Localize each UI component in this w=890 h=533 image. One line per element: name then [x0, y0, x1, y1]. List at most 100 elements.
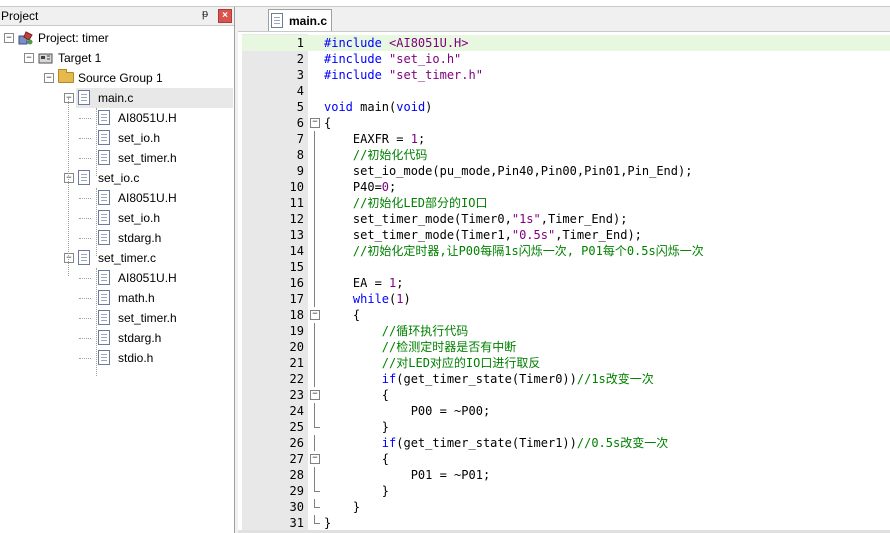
code-line[interactable]: 26 if(get_timer_state(Timer1))//0.5s改变一次 — [242, 435, 890, 451]
tree-item-label: math.h — [118, 291, 155, 305]
code-line[interactable]: 29 } — [242, 483, 890, 499]
file-icon — [78, 250, 90, 265]
code-line[interactable]: 5 void main(void) — [242, 99, 890, 115]
code-text: //初始化代码 — [324, 147, 427, 163]
code-token: EA = — [324, 276, 390, 290]
code-token: P01 = ~P01; — [324, 468, 491, 482]
code-text: EAXFR = 1; — [324, 131, 425, 147]
tree-item-label: set_io.h — [118, 211, 161, 225]
code-text: set_timer_mode(Timer0,"1s",Timer_End); — [324, 211, 628, 227]
code-text: //初始化LED部分的IO口 — [324, 195, 488, 211]
code-line[interactable]: 8 //初始化代码 — [242, 147, 890, 163]
code-token: { — [324, 452, 390, 466]
fold-guide — [314, 227, 315, 243]
tree-item[interactable]: − main.c — [64, 88, 233, 108]
project-panel-header: Project ᵽ × — [0, 7, 234, 26]
code-token: ,Timer_End); — [555, 228, 642, 242]
line-number: 18 — [289, 308, 304, 322]
code-token: void — [396, 100, 426, 114]
code-text: //循环执行代码 — [324, 323, 468, 339]
code-text: //对LED对应的IO口进行取反 — [324, 355, 541, 371]
code-line[interactable]: 11 //初始化LED部分的IO口 — [242, 195, 890, 211]
tab-label: main.c — [289, 14, 328, 28]
code-token: while — [352, 292, 390, 306]
code-line[interactable]: 21 //对LED对应的IO口进行取反 — [242, 355, 890, 371]
code-line[interactable]: 4 — [242, 83, 890, 99]
code-line[interactable]: 28 P01 = ~P01; — [242, 467, 890, 483]
code-text: P00 = ~P00; — [324, 403, 490, 419]
code-text: //检测定时器是否有中断 — [324, 339, 516, 355]
code-token: (get_timer_state(Timer1)) — [396, 436, 577, 450]
fold-guide — [314, 371, 315, 387]
code-line[interactable]: 20 //检测定时器是否有中断 — [242, 339, 890, 355]
collapse-toggle-icon[interactable]: − — [4, 33, 14, 43]
code-line[interactable]: 16 EA = 1; — [242, 275, 890, 291]
line-number: 2 — [296, 52, 304, 66]
code-line[interactable]: 22 if(get_timer_state(Timer0))//1s改变一次 — [242, 371, 890, 387]
code-line[interactable]: 2 #include "set_io.h" — [242, 51, 890, 67]
code-line[interactable]: 23− { — [242, 387, 890, 403]
code-line[interactable]: 18− { — [242, 307, 890, 323]
tab-main-c[interactable]: main.c — [268, 9, 332, 31]
fold-guide — [314, 211, 315, 227]
code-token: "set_io.h" — [389, 52, 462, 66]
close-icon[interactable]: × — [218, 9, 232, 23]
code-token: "set_timer.h" — [389, 68, 483, 82]
line-number: 15 — [289, 260, 304, 274]
code-line[interactable]: 30 } — [242, 499, 890, 515]
collapse-toggle-icon[interactable]: − — [64, 93, 74, 103]
code-line[interactable]: 6−{ — [242, 115, 890, 131]
project-panel: Project ᵽ × − Project: timer − Target 1− Sou… — [0, 7, 235, 533]
collapse-toggle-icon[interactable]: − — [64, 253, 74, 263]
fold-end-marker — [314, 483, 320, 492]
code-token: ; — [396, 276, 404, 290]
fold-guide — [314, 243, 315, 259]
line-number: 10 — [289, 180, 304, 194]
code-token: void — [324, 100, 353, 114]
code-text: if(get_timer_state(Timer0))//1s改变一次 — [324, 371, 654, 387]
code-line[interactable]: 14 //初始化定时器,让P00每隔1s闪烁一次, P01每个0.5s闪烁一次 — [242, 243, 890, 259]
line-number: 21 — [289, 356, 304, 370]
fold-toggle-icon[interactable]: − — [310, 118, 320, 128]
line-number: 24 — [289, 404, 304, 418]
code-token: <AI8051U.H> — [389, 36, 469, 50]
code-token: } — [324, 484, 390, 498]
code-line[interactable]: 9 set_io_mode(pu_mode,Pin40,Pin00,Pin01,… — [242, 163, 890, 179]
fold-guide — [314, 163, 315, 179]
code-line[interactable]: 19 //循环执行代码 — [242, 323, 890, 339]
line-number: 12 — [289, 212, 304, 226]
code-token: //对LED对应的IO口进行取反 — [324, 356, 541, 370]
collapse-toggle-icon[interactable]: − — [24, 53, 34, 63]
code-token: //初始化代码 — [324, 148, 428, 162]
code-token: { — [324, 308, 361, 322]
code-line[interactable]: 1 #include <AI8051U.H> — [242, 35, 890, 51]
code-line[interactable]: 13 set_timer_mode(Timer1,"0.5s",Timer_En… — [242, 227, 890, 243]
line-number: 1 — [296, 36, 304, 50]
fold-toggle-icon[interactable]: − — [310, 454, 320, 464]
code-line[interactable]: 10 P40=0; — [242, 179, 890, 195]
code-line[interactable]: 7 EAXFR = 1; — [242, 131, 890, 147]
file-icon — [78, 90, 90, 105]
code-token: //检测定时器是否有中断 — [324, 340, 517, 354]
code-line[interactable]: 31} — [242, 515, 890, 531]
tree-item-label: stdarg.h — [118, 231, 162, 245]
fold-end-marker — [314, 419, 320, 428]
code-line[interactable]: 3 #include "set_timer.h" — [242, 67, 890, 83]
code-line[interactable]: 25 } — [242, 419, 890, 435]
code-line[interactable]: 24 P00 = ~P00; — [242, 403, 890, 419]
code-text: { — [324, 451, 389, 467]
code-line[interactable]: 17 while(1) — [242, 291, 890, 307]
code-line[interactable]: 12 set_timer_mode(Timer0,"1s",Timer_End)… — [242, 211, 890, 227]
collapse-toggle-icon[interactable]: − — [44, 73, 54, 83]
code-token: //循环执行代码 — [324, 324, 469, 338]
pin-icon[interactable]: ᵽ — [202, 8, 208, 20]
fold-toggle-icon[interactable]: − — [310, 310, 320, 320]
code-token: P00 = ~P00; — [324, 404, 491, 418]
tree-connector — [79, 238, 91, 239]
collapse-toggle-icon[interactable]: − — [64, 173, 74, 183]
code-line[interactable]: 27− { — [242, 451, 890, 467]
fold-toggle-icon[interactable]: − — [310, 390, 320, 400]
code-token: } — [324, 516, 332, 530]
code-line[interactable]: 15 — [242, 259, 890, 275]
